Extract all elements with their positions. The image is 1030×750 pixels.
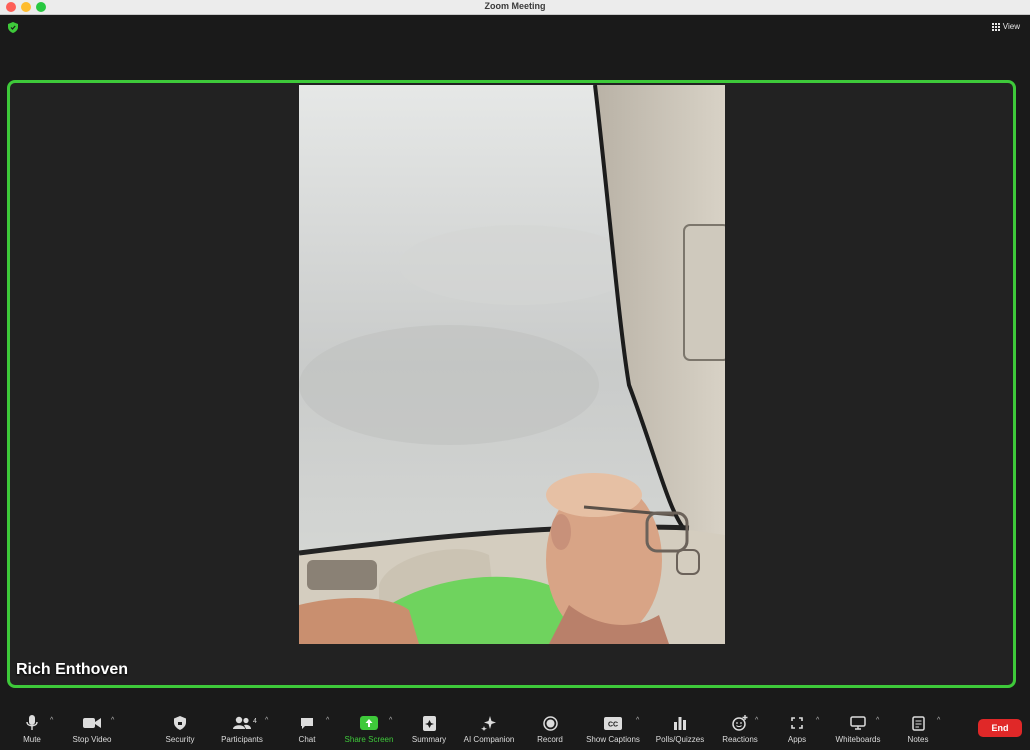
video-options-caret-icon[interactable]: ^: [111, 717, 114, 724]
meeting-controls-toolbar: Mute ^ Stop Video ^ Security Participant…: [0, 709, 1030, 750]
microphone-icon: [26, 715, 38, 730]
record-button[interactable]: Record: [534, 714, 566, 744]
participants-button[interactable]: Participants: [218, 714, 266, 744]
polls-quizzes-label: Polls/Quizzes: [655, 735, 705, 744]
share-screen-button[interactable]: Share Screen: [342, 714, 396, 744]
svg-text:CC: CC: [608, 721, 618, 728]
closed-captions-icon: CC: [604, 716, 622, 730]
whiteboards-options-caret-icon[interactable]: ^: [876, 717, 879, 724]
show-captions-label: Show Captions: [586, 735, 640, 744]
meeting-topbar: View: [0, 15, 1030, 41]
mute-label: Mute: [23, 735, 41, 744]
share-screen-icon: [360, 716, 378, 730]
stop-video-label: Stop Video: [72, 735, 112, 744]
whiteboard-icon: [850, 716, 866, 730]
chat-button[interactable]: Chat: [295, 714, 319, 744]
apps-options-caret-icon[interactable]: ^: [816, 717, 819, 724]
stop-video-button[interactable]: Stop Video: [70, 714, 114, 744]
view-label: View: [1002, 22, 1020, 31]
participants-options-caret-icon[interactable]: ^: [265, 717, 268, 724]
ai-companion-label: AI Companion: [463, 735, 515, 744]
summary-button[interactable]: Summary: [410, 714, 448, 744]
notes-button[interactable]: Notes: [904, 714, 932, 744]
video-stage: Rich Enthoven: [0, 41, 1030, 709]
show-captions-button[interactable]: CC Show Captions: [584, 714, 642, 744]
participant-video-feed: [299, 85, 725, 644]
summary-document-icon: [422, 715, 436, 731]
share-screen-label: Share Screen: [344, 735, 394, 744]
captions-options-caret-icon[interactable]: ^: [636, 717, 639, 724]
reactions-options-caret-icon[interactable]: ^: [755, 717, 758, 724]
participants-label: Participants: [221, 735, 263, 744]
security-shield-icon: [174, 716, 186, 730]
participants-count: 4: [253, 718, 257, 725]
camera-frame-image: [299, 85, 725, 644]
sparkle-icon: [481, 716, 496, 731]
whiteboards-label: Whiteboards: [835, 735, 881, 744]
chat-label: Chat: [298, 735, 316, 744]
reactions-label: Reactions: [722, 735, 758, 744]
mute-button[interactable]: Mute: [20, 714, 44, 744]
participant-video-tile[interactable]: Rich Enthoven: [7, 80, 1016, 688]
encryption-shield-icon[interactable]: [8, 22, 18, 33]
chat-bubble-icon: [301, 717, 313, 729]
security-button[interactable]: Security: [162, 714, 198, 744]
chat-options-caret-icon[interactable]: ^: [326, 717, 329, 724]
smiley-plus-icon: [732, 715, 748, 731]
notes-options-caret-icon[interactable]: ^: [937, 717, 940, 724]
apps-button[interactable]: Apps: [784, 714, 810, 744]
notes-label: Notes: [907, 735, 929, 744]
record-icon: [542, 715, 558, 731]
summary-label: Summary: [411, 735, 447, 744]
security-label: Security: [165, 735, 195, 744]
participants-icon: [233, 716, 251, 729]
grid-icon: [991, 22, 1000, 31]
polls-quizzes-button[interactable]: Polls/Quizzes: [654, 714, 706, 744]
ai-companion-button[interactable]: AI Companion: [460, 714, 518, 744]
window-titlebar: Zoom Meeting: [0, 0, 1030, 15]
video-camera-icon: [83, 718, 101, 728]
audio-options-caret-icon[interactable]: ^: [50, 717, 53, 724]
apps-icon: [791, 717, 803, 729]
window-title: Zoom Meeting: [484, 1, 546, 11]
participant-name-label: Rich Enthoven: [16, 661, 129, 678]
apps-label: Apps: [787, 735, 807, 744]
notes-icon: [911, 715, 925, 731]
record-label: Record: [537, 735, 563, 744]
bar-chart-icon: [674, 717, 686, 730]
end-meeting-button[interactable]: End: [978, 719, 1022, 737]
view-button[interactable]: View: [991, 22, 1020, 31]
reactions-button[interactable]: Reactions: [720, 714, 760, 744]
share-options-caret-icon[interactable]: ^: [389, 717, 392, 724]
